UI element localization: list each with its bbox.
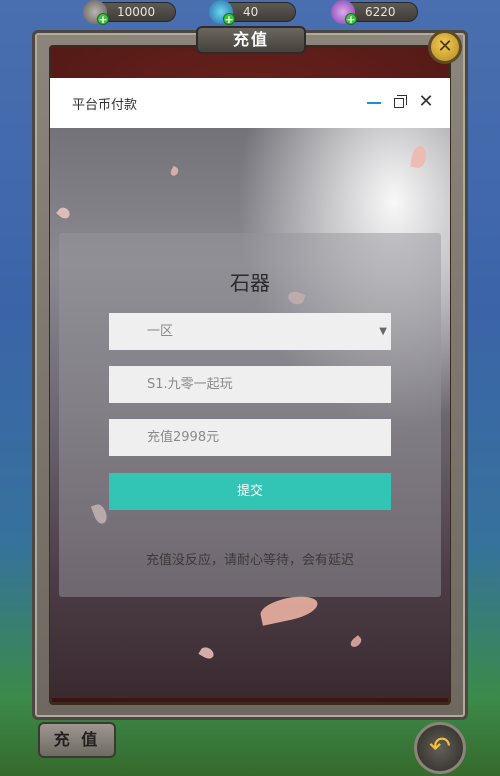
server-select[interactable]: 一区 ▼: [109, 313, 391, 350]
delay-notice: 充值没反应，请耐心等待，会有延迟: [145, 553, 354, 568]
gold-amount: 10000: [117, 5, 156, 19]
game-name: 石器: [230, 271, 270, 295]
petal-decoration: [169, 165, 180, 178]
close-icon[interactable]: ✕: [416, 92, 436, 112]
chevron-down-icon: ▼: [379, 326, 387, 337]
petal-decoration: [56, 205, 72, 221]
plus-icon[interactable]: +: [223, 13, 235, 25]
back-arrow-icon[interactable]: ↶: [414, 722, 466, 774]
submit-button[interactable]: 提交: [109, 473, 391, 510]
gem-amount: 40: [243, 5, 259, 19]
petal-decoration: [410, 144, 428, 170]
payment-dialog: 平台币付款 ✕ 石器 一区 ▼ S1.九零一起玩 充值2998元 提交 充值没反…: [50, 78, 450, 698]
crystal-resource: + 6220: [331, 0, 418, 25]
crystal-amount: 6220: [365, 5, 396, 19]
panel-title: 充值: [196, 26, 306, 54]
gold-resource: + 10000: [83, 0, 176, 25]
role-field-value: S1.九零一起玩: [147, 377, 233, 392]
amount-field-value: 充值2998元: [147, 430, 220, 445]
petal-decoration: [198, 645, 216, 661]
recharge-button[interactable]: 充 值: [38, 722, 116, 758]
dialog-title: 平台币付款: [72, 98, 138, 113]
plus-icon[interactable]: +: [97, 13, 109, 25]
maximize-icon[interactable]: [390, 92, 410, 112]
dialog-header: 平台币付款 ✕: [50, 78, 450, 128]
close-x-icon[interactable]: ✕: [428, 30, 462, 64]
payment-form: 石器 一区 ▼ S1.九零一起玩 充值2998元 提交 充值没反应，请耐心等待，…: [59, 233, 441, 597]
role-field[interactable]: S1.九零一起玩: [109, 366, 391, 403]
minimize-icon[interactable]: [364, 92, 384, 112]
server-select-value: 一区: [147, 324, 174, 339]
petal-decoration: [348, 635, 364, 649]
gem-resource: + 40: [209, 0, 296, 25]
plus-icon[interactable]: +: [345, 13, 357, 25]
resource-bar: + 10000 + 40 + 6220: [0, 0, 500, 26]
amount-field[interactable]: 充值2998元: [109, 419, 391, 456]
petal-decoration: [258, 592, 320, 626]
